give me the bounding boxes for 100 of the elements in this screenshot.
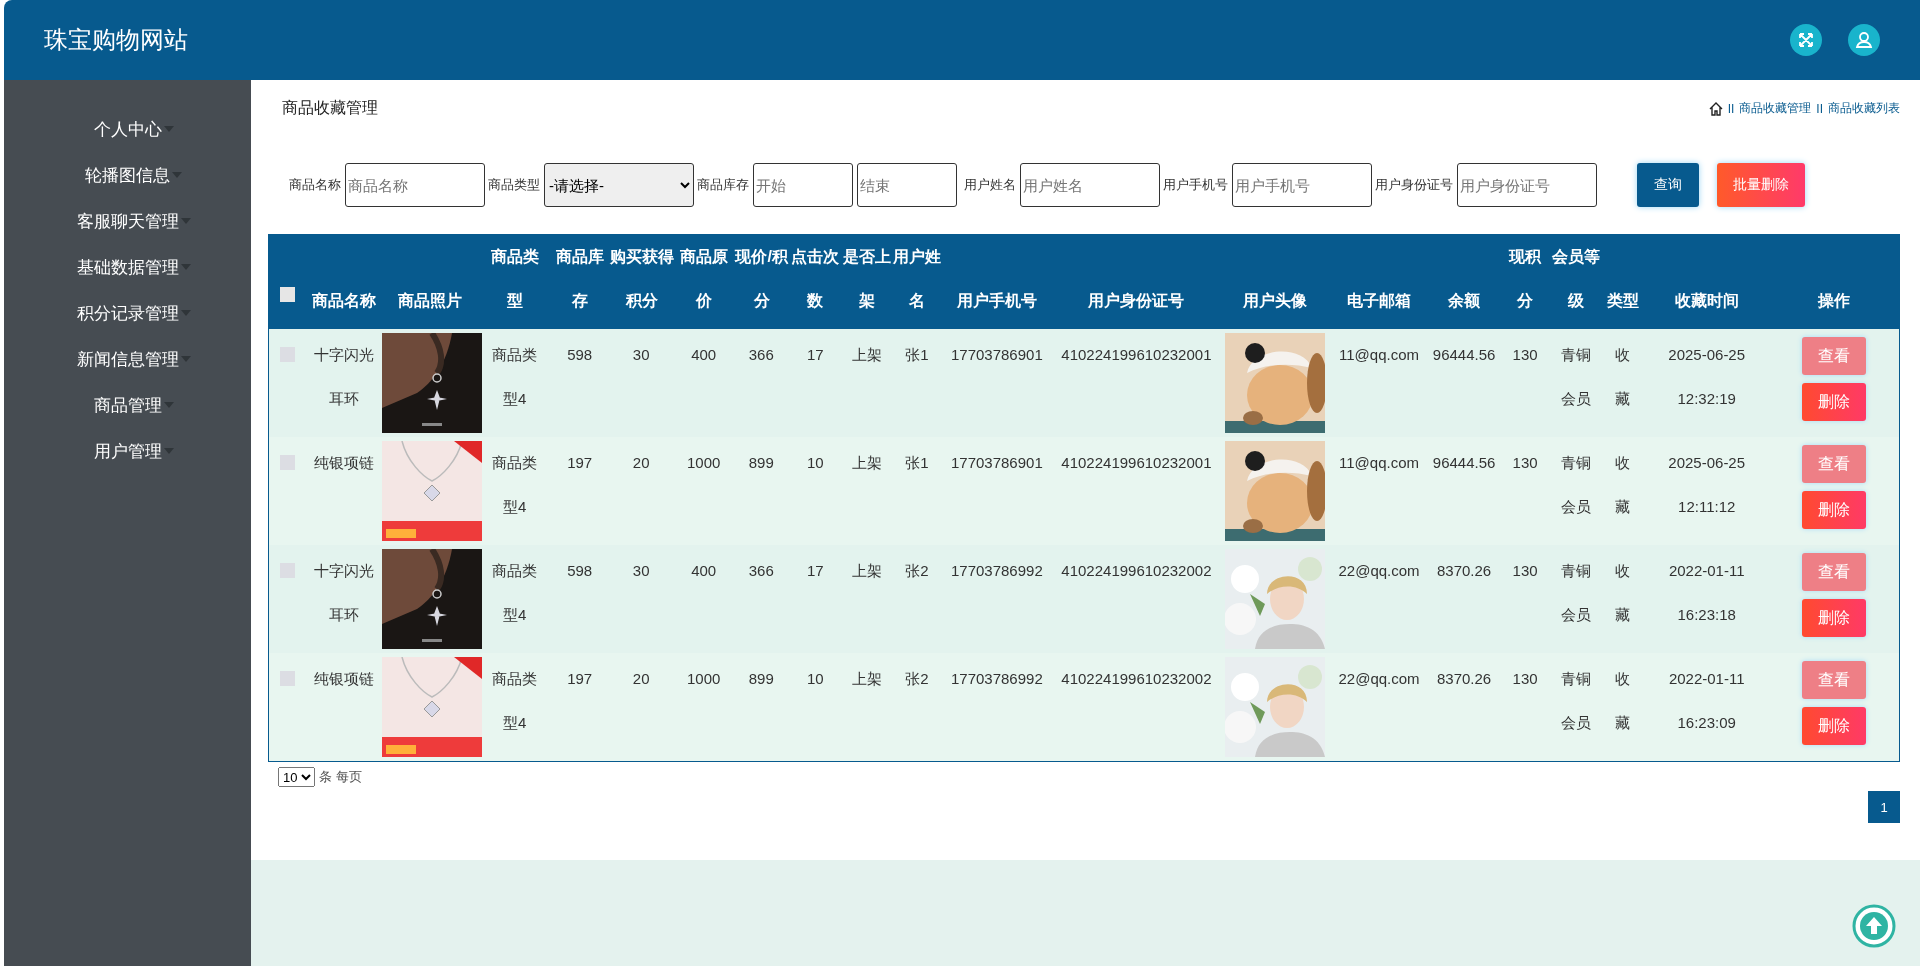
table-cell-text: 收藏 (1614, 453, 1632, 517)
sidebar-item[interactable]: 用户管理 (93, 439, 162, 463)
user-icon[interactable] (1848, 24, 1880, 56)
page-title: 商品收藏管理 (282, 98, 378, 118)
table-cell-text: 899 (748, 669, 774, 689)
field-label: 用户手机号 (1163, 176, 1228, 194)
sidebar-item[interactable]: 轮播图信息 (85, 163, 170, 187)
input-field[interactable]: 用户手机号 (1232, 163, 1372, 207)
column-header: 商品照片 (398, 291, 463, 311)
table-cell-text: 张1 (905, 453, 929, 473)
breadcrumb-link[interactable]: 商品收藏管理 (1739, 100, 1812, 117)
table-cell-text: 8370.26 (1436, 669, 1492, 689)
home-icon[interactable] (1708, 101, 1723, 116)
column-header: 收藏时间 (1674, 291, 1739, 311)
table-cell-text: 410224199610232001 (1061, 345, 1212, 365)
column-header: 商品类型 (489, 247, 540, 311)
table-cell-text: 商品类型4 (491, 669, 539, 733)
table-cell-text: 青铜会员 (1560, 345, 1593, 409)
table-cell-text: 商品类型4 (491, 561, 539, 625)
input-field[interactable]: 商品名称 (345, 163, 485, 207)
breadcrumb-separator: II (1816, 101, 1823, 116)
table-cell-text: 张2 (905, 669, 929, 689)
column-header: 现价/积分 (733, 247, 789, 311)
table-cell-text: 197 (567, 453, 593, 473)
column-header: 用户身份证号 (1088, 291, 1185, 311)
table-cell-text: 张1 (905, 345, 929, 365)
table-cell-text: 青铜会员 (1560, 669, 1593, 733)
page-button[interactable]: 1 (1868, 791, 1900, 823)
table-cell-text: 上架 (851, 669, 882, 689)
field-label: 用户身份证号 (1375, 176, 1453, 194)
column-header: 点击次数 (790, 247, 841, 311)
page-size-label: 条 每页 (319, 768, 362, 786)
page-size-dropdown[interactable]: 10 (278, 767, 315, 787)
table-cell-text: 598 (567, 345, 593, 365)
field-label: 用户姓名 (964, 176, 1016, 194)
input-field[interactable]: 结束 (857, 163, 957, 207)
caret-icon (180, 264, 191, 270)
caret-icon (163, 402, 174, 408)
column-header: 电子邮箱 (1347, 291, 1412, 311)
breadcrumb-link[interactable]: 商品收藏列表 (1828, 100, 1900, 117)
site-title: 珠宝购物网站 (44, 25, 188, 55)
sidebar-item[interactable]: 积分记录管理 (76, 301, 179, 325)
checkbox[interactable] (280, 455, 296, 470)
table-cell-text: 598 (567, 561, 593, 581)
table-cell-text: 130 (1512, 561, 1538, 581)
table-cell-text: 11@qq.com (1339, 453, 1420, 473)
type-dropdown[interactable]: -请选择- (544, 163, 694, 207)
table-cell-text: 张2 (905, 561, 929, 581)
table-cell-text: 2025-06-25 12:32:19 (1667, 345, 1747, 409)
table-cell-text: 10 (806, 453, 824, 473)
table-cell-text: 上架 (851, 345, 882, 365)
table-cell-text: 22@qq.com (1338, 561, 1420, 581)
caret-icon (180, 356, 191, 362)
caret-icon (180, 310, 191, 316)
sidebar-item[interactable]: 个人中心 (93, 117, 162, 141)
table-cell-text: 10 (806, 669, 824, 689)
sidebar-item[interactable]: 基础数据管理 (76, 255, 179, 279)
caret-icon (163, 448, 174, 454)
breadcrumb-separator: II (1727, 101, 1735, 116)
input-field[interactable]: 用户姓名 (1020, 163, 1160, 207)
column-header: 购买获得积分 (608, 247, 675, 311)
table-cell-text: 11@qq.com (1339, 345, 1420, 365)
sidebar-item[interactable]: 客服聊天管理 (76, 209, 179, 233)
search-button[interactable]: 查询 (1637, 163, 1699, 207)
caret-icon (172, 172, 182, 178)
caret-icon (180, 218, 191, 224)
table-cell-text: 十字闪光耳环 (313, 345, 376, 409)
table-cell-text: 400 (691, 345, 717, 365)
table-cell-text: 纯银项链 (313, 453, 376, 473)
table-cell-text: 17703786992 (950, 561, 1043, 581)
table-cell-text: 青铜会员 (1560, 453, 1593, 517)
caret-icon (163, 126, 174, 132)
table-cell-text: 2022-01-11 16:23:18 (1667, 561, 1746, 625)
input-field[interactable]: 开始 (753, 163, 853, 207)
field-label: 商品类型 (488, 176, 540, 194)
input-field[interactable]: 用户身份证号 (1457, 163, 1597, 207)
table-cell-text: 30 (632, 561, 650, 581)
table-cell-text: 纯银项链 (313, 669, 376, 689)
sidebar-item[interactable]: 新闻信息管理 (76, 347, 179, 371)
checkbox[interactable] (280, 671, 296, 686)
field-label: 商品库存 (697, 176, 749, 194)
table-cell-text: 410224199610232002 (1061, 669, 1212, 689)
table-cell-text: 20 (632, 669, 650, 689)
table-cell-text: 2025-06-25 12:11:12 (1667, 453, 1747, 517)
table-cell-text: 1000 (687, 669, 721, 689)
field-label: 商品名称 (289, 176, 341, 194)
table-cell-text: 17703786992 (950, 669, 1043, 689)
table-cell-text: 130 (1512, 345, 1538, 365)
scroll-up-icon[interactable] (1852, 904, 1896, 948)
fullscreen-icon[interactable] (1790, 24, 1822, 56)
table-cell-text: 410224199610232001 (1061, 453, 1212, 473)
column-header: 商品原价 (678, 247, 729, 311)
column-header: 商品名称 (312, 291, 377, 311)
table-cell-text: 96444.56 (1432, 453, 1496, 473)
table-cell-text: 30 (632, 345, 650, 365)
checkbox[interactable] (280, 287, 296, 303)
sidebar-item[interactable]: 商品管理 (93, 393, 162, 417)
column-header: 用户姓名 (891, 247, 942, 311)
table-cell-text: 899 (748, 453, 774, 473)
table-cell-text: 2022-01-11 16:23:09 (1667, 669, 1746, 733)
